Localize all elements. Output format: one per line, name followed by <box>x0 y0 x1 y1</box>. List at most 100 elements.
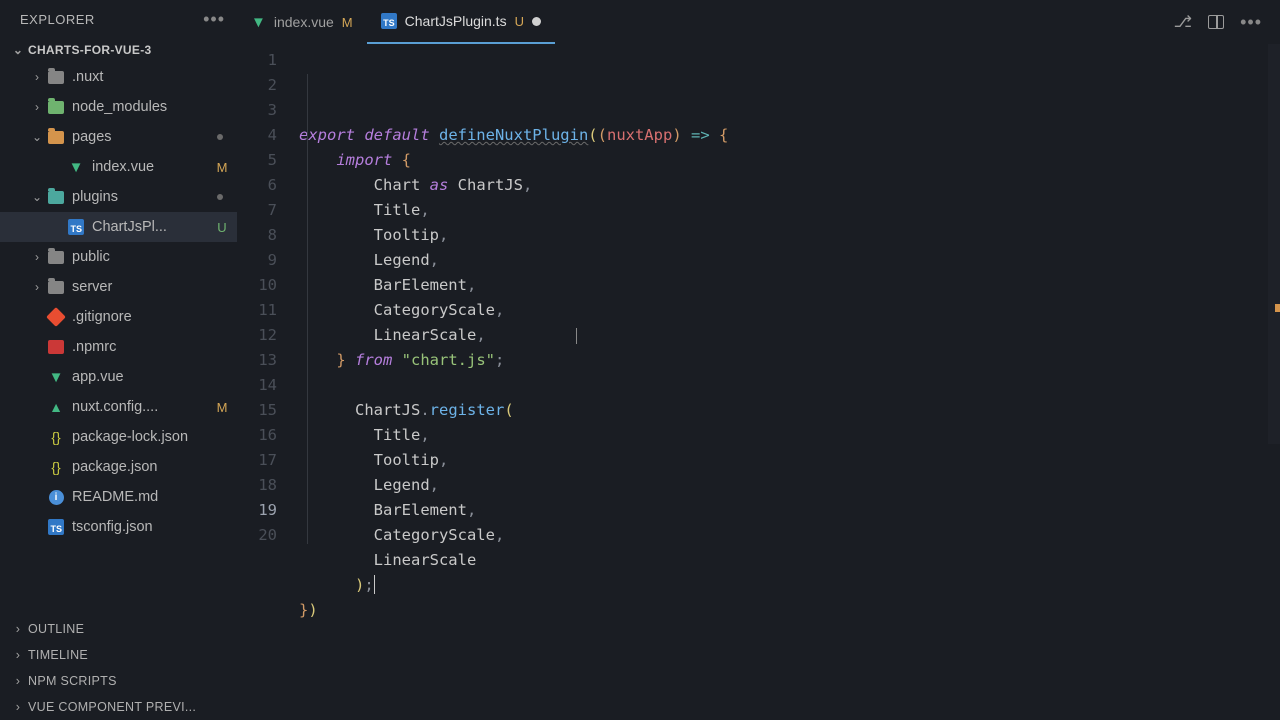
folder-item[interactable]: ›node_modules <box>0 92 237 122</box>
vue-icon: ▼ <box>251 14 266 31</box>
tree-label: pages <box>72 129 217 145</box>
gray-icon <box>46 251 66 264</box>
editor-area: ▼index.vueMTSChartJsPlugin.tsU ⎇ ••• 123… <box>237 0 1280 720</box>
ts-icon: TS <box>381 13 397 29</box>
file-item[interactable]: {} package-lock.json <box>0 422 237 452</box>
code-line[interactable]: } from "chart.js"; <box>299 348 1280 373</box>
panel-label: TIMELINE <box>28 648 88 662</box>
editor-tab[interactable]: TSChartJsPlugin.tsU <box>367 0 555 44</box>
tab-actions: ⎇ ••• <box>1174 12 1280 33</box>
code-line[interactable]: ); <box>299 573 1280 598</box>
code-line[interactable]: export default defineNuxtPlugin((nuxtApp… <box>299 123 1280 148</box>
explorer-sidebar: EXPLORER ••• ⌄ CHARTS-FOR-VUE-3 ›.nuxt›n… <box>0 0 237 720</box>
caret-icon <box>374 575 376 594</box>
teal-icon <box>46 191 66 204</box>
folder-item[interactable]: ⌄pages <box>0 122 237 152</box>
code-editor[interactable]: 1234567891011121314151617181920 export d… <box>237 44 1280 720</box>
explorer-title: EXPLORER <box>20 12 95 27</box>
file-item[interactable]: ▼ index.vue M <box>0 152 237 182</box>
code-line[interactable]: CategoryScale, <box>299 523 1280 548</box>
chevron-down-icon: ⌄ <box>28 190 46 204</box>
file-item[interactable]: TSChartJsPl...U <box>0 212 237 242</box>
folder-item[interactable]: ⌄ plugins <box>0 182 237 212</box>
tree-label: public <box>72 249 229 265</box>
code-line[interactable]: import { <box>299 148 1280 173</box>
tab-label: ChartJsPlugin.ts <box>405 13 507 29</box>
tree-label: README.md <box>72 489 229 505</box>
git-status-badge: M <box>215 400 229 415</box>
tree-label: plugins <box>72 189 217 205</box>
explorer-header: EXPLORER ••• <box>0 0 237 38</box>
tree-label: package-lock.json <box>72 429 229 445</box>
file-item[interactable]: .gitignore <box>0 302 237 332</box>
file-item[interactable]: i README.md <box>0 482 237 512</box>
vue-icon: ▼ <box>66 159 86 176</box>
code-line[interactable]: LinearScale, <box>299 323 1280 348</box>
file-item[interactable]: .npmrc <box>0 332 237 362</box>
code-line[interactable]: Tooltip, <box>299 223 1280 248</box>
compare-changes-icon[interactable]: ⎇ <box>1174 12 1192 32</box>
minimap-marker <box>1275 304 1280 312</box>
git-status-badge: M <box>215 160 229 175</box>
code-line[interactable]: BarElement, <box>299 273 1280 298</box>
code-content[interactable]: export default defineNuxtPlugin((nuxtApp… <box>299 44 1280 720</box>
sidebar-panel[interactable]: ›VUE COMPONENT PREVI... <box>0 694 237 720</box>
chevron-right-icon: › <box>28 100 46 114</box>
chevron-right-icon: › <box>28 70 46 84</box>
code-line[interactable]: }) <box>299 598 1280 623</box>
npm-icon <box>46 340 66 354</box>
code-line[interactable]: Tooltip, <box>299 448 1280 473</box>
chevron-right-icon: › <box>10 700 26 714</box>
panel-label: VUE COMPONENT PREVI... <box>28 700 196 714</box>
info-icon: i <box>46 490 66 505</box>
code-line[interactable]: ChartJS.register( <box>299 398 1280 423</box>
dirty-dot-icon <box>217 194 223 200</box>
tree-label: .gitignore <box>72 309 229 325</box>
editor-tab[interactable]: ▼ index.vue M <box>237 0 367 44</box>
code-line[interactable]: Legend, <box>299 473 1280 498</box>
tree-label: ChartJsPl... <box>92 219 211 235</box>
indent-guide <box>307 74 308 544</box>
folder-item[interactable]: › server <box>0 272 237 302</box>
vue-icon: ▼ <box>46 369 66 386</box>
tree-label: server <box>72 279 229 295</box>
git-status-badge: M <box>342 15 353 30</box>
file-item[interactable]: ▼ app.vue <box>0 362 237 392</box>
code-line[interactable]: BarElement, <box>299 498 1280 523</box>
code-line[interactable]: Title, <box>299 423 1280 448</box>
code-line[interactable]: Title, <box>299 198 1280 223</box>
gray-icon <box>46 71 66 84</box>
chevron-right-icon: › <box>28 280 46 294</box>
json-icon: {} <box>46 429 66 445</box>
file-tree: ›.nuxt›node_modules⌄pages ▼ index.vue M ⌄ plu… <box>0 62 237 616</box>
minimap[interactable] <box>1268 44 1280 444</box>
tree-label: package.json <box>72 459 229 475</box>
explorer-more-icon[interactable]: ••• <box>203 9 225 30</box>
folder-item[interactable]: ›public <box>0 242 237 272</box>
sidebar-panels: ›OUTLINE›TIMELINE›NPM SCRIPTS›VUE COMPON… <box>0 616 237 720</box>
json-icon: {} <box>46 459 66 475</box>
file-item[interactable]: TStsconfig.json <box>0 512 237 542</box>
editor-more-icon[interactable]: ••• <box>1240 12 1262 33</box>
sidebar-panel[interactable]: ›TIMELINE <box>0 642 237 668</box>
file-item[interactable]: ▲nuxt.config....M <box>0 392 237 422</box>
folder-item[interactable]: ›.nuxt <box>0 62 237 92</box>
code-line[interactable]: LinearScale <box>299 548 1280 573</box>
code-line[interactable]: Chart as ChartJS, <box>299 173 1280 198</box>
tab-label: index.vue <box>274 14 334 30</box>
tree-label: app.vue <box>72 369 229 385</box>
text-cursor-icon <box>576 328 577 344</box>
sidebar-panel[interactable]: ›OUTLINE <box>0 616 237 642</box>
code-line[interactable] <box>299 373 1280 398</box>
ts-icon: TS <box>66 219 86 235</box>
file-item[interactable]: {} package.json <box>0 452 237 482</box>
sidebar-panel[interactable]: ›NPM SCRIPTS <box>0 668 237 694</box>
code-line[interactable]: Legend, <box>299 248 1280 273</box>
ts-icon: TS <box>46 519 66 535</box>
tree-label: index.vue <box>92 159 211 175</box>
project-root[interactable]: ⌄ CHARTS-FOR-VUE-3 <box>0 38 237 62</box>
split-editor-icon[interactable] <box>1208 15 1224 29</box>
chevron-right-icon: › <box>10 674 26 688</box>
code-line[interactable]: CategoryScale, <box>299 298 1280 323</box>
tree-label: nuxt.config.... <box>72 399 211 415</box>
